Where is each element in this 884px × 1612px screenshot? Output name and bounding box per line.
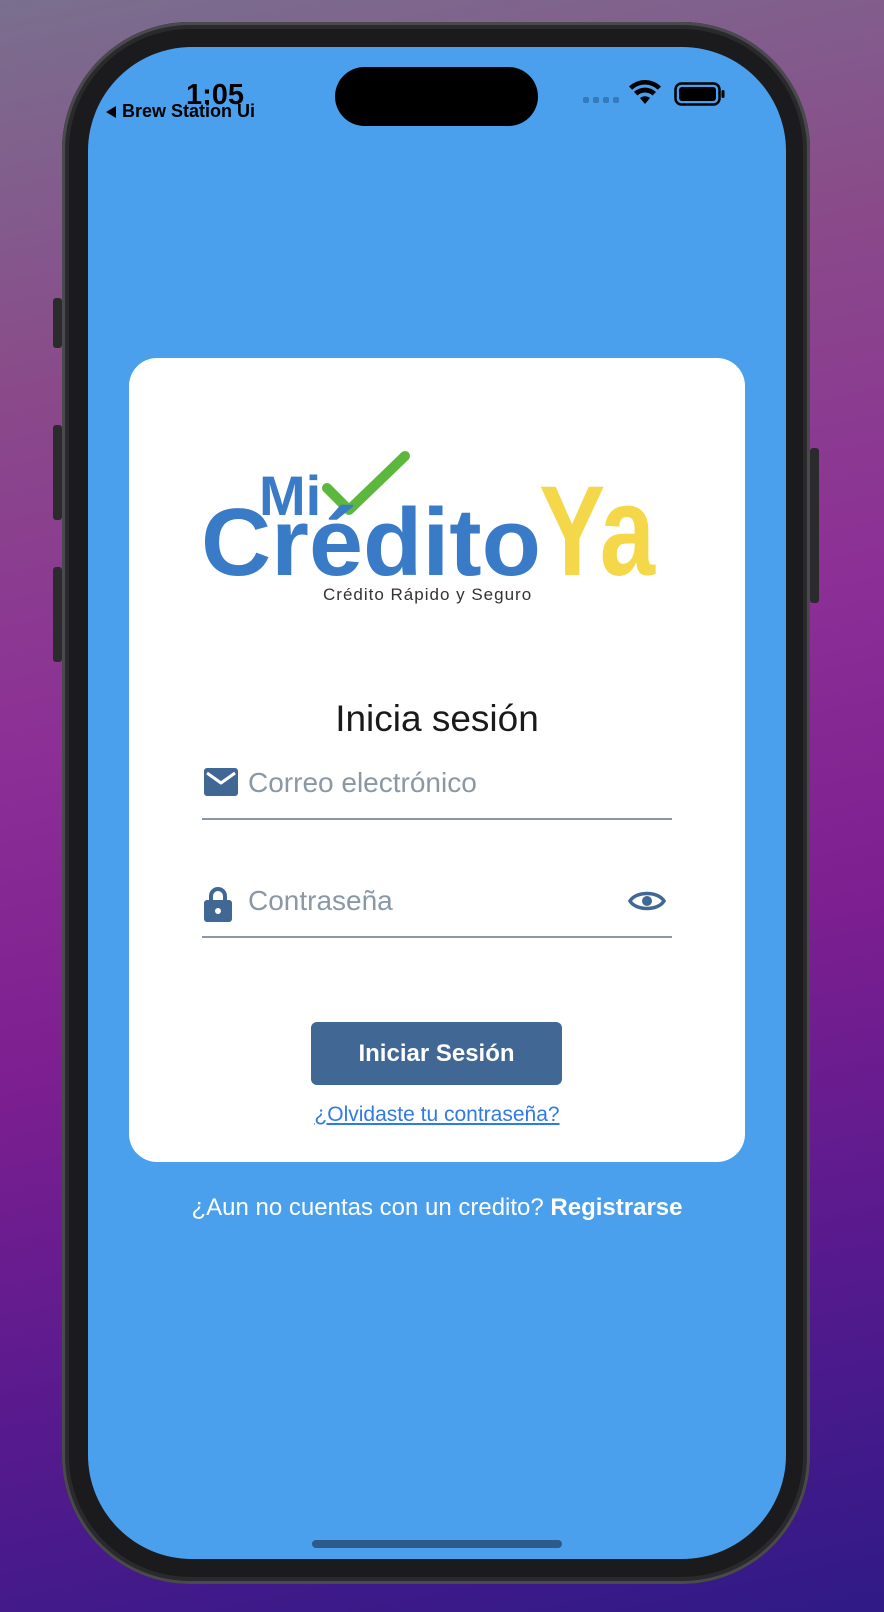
- login-button[interactable]: Iniciar Sesión: [311, 1022, 562, 1085]
- register-link[interactable]: Registrarse: [550, 1194, 682, 1221]
- register-prompt-text: ¿Aun no cuentas con un credito?: [191, 1194, 551, 1221]
- back-app-label: Brew Station Ui: [122, 101, 256, 121]
- svg-text:Crédito: Crédito: [201, 489, 541, 596]
- email-input[interactable]: [248, 758, 608, 808]
- back-arrow-icon: [106, 105, 116, 118]
- password-input[interactable]: [248, 876, 608, 926]
- eye-icon[interactable]: [628, 888, 666, 914]
- phone-side-button: [810, 448, 819, 603]
- dynamic-island: [335, 67, 538, 126]
- wifi-icon: [629, 80, 661, 104]
- home-indicator[interactable]: [312, 1540, 562, 1548]
- battery-icon: [674, 82, 725, 106]
- svg-text:Crédito Rápido y Seguro: Crédito Rápido y Seguro: [323, 585, 532, 604]
- back-to-app-link[interactable]: Brew Station Ui: [106, 101, 255, 122]
- register-prompt: ¿Aun no cuentas con un credito? Registra…: [88, 1194, 786, 1222]
- email-field: [202, 754, 672, 820]
- lock-icon: [204, 887, 232, 922]
- svg-text:Ya: Ya: [539, 460, 656, 603]
- cellular-signal-icon: [583, 97, 619, 103]
- login-heading: Inicia sesión: [335, 698, 539, 739]
- app-logo: Mi Crédito Ya Crédito Rápido y Seguro: [201, 451, 656, 604]
- login-card: Mi Crédito Ya Crédito Rápido y Seguro In…: [129, 358, 745, 1162]
- app-screen: 1:05 Brew Station Ui Mi Crédito Ya Crédi…: [88, 47, 786, 1559]
- password-field: [202, 872, 672, 938]
- phone-side-button: [53, 298, 62, 348]
- phone-side-button: [53, 567, 62, 662]
- mail-icon: [204, 768, 238, 796]
- forgot-password-link[interactable]: ¿Olvidaste tu contraseña?: [129, 1103, 745, 1127]
- phone-side-button: [53, 425, 62, 520]
